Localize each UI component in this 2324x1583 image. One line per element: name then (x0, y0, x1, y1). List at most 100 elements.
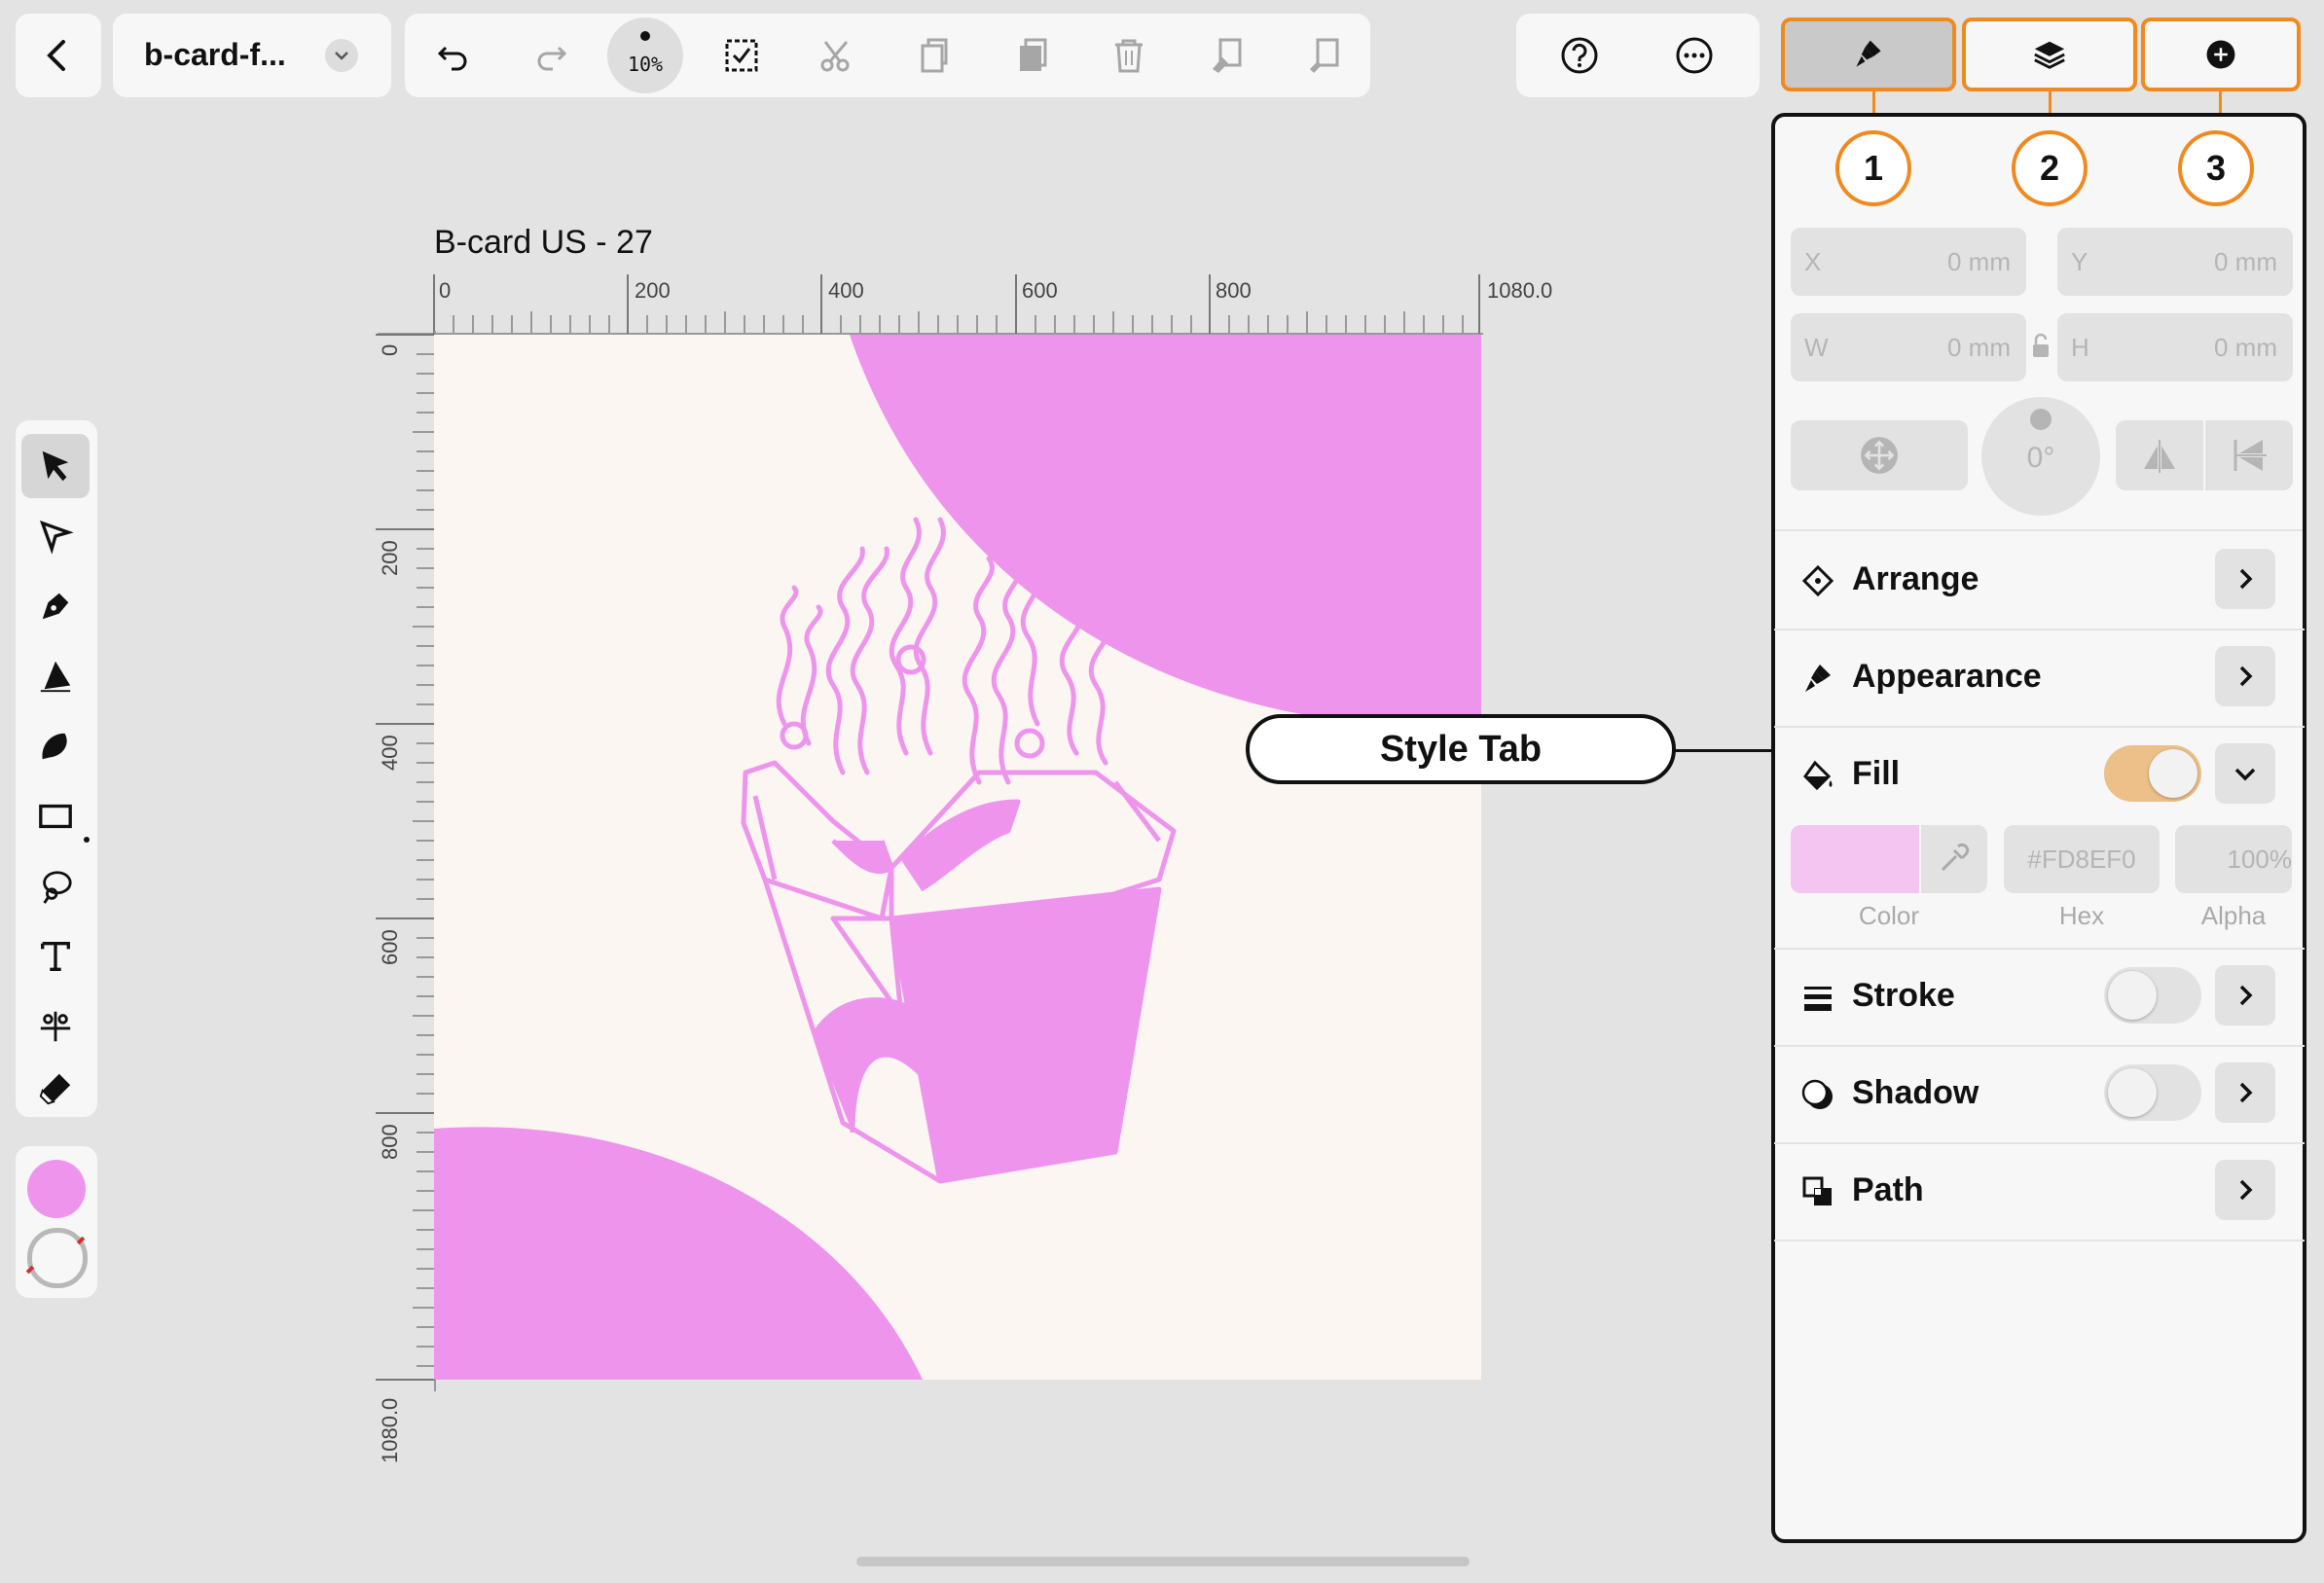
arrange-row[interactable]: Arrange (1774, 531, 2305, 630)
select-all-icon (725, 39, 758, 72)
redo-button[interactable] (522, 33, 580, 78)
plus-circle-icon (2206, 40, 2235, 69)
fill-color-swatch[interactable] (1791, 825, 1919, 893)
text-tool[interactable] (21, 924, 90, 989)
x-field[interactable]: X0 mm (1791, 228, 2026, 296)
zoom-dot-icon (640, 31, 650, 41)
arrange-label: Arrange (1852, 560, 1979, 597)
pen-nib-icon (42, 593, 69, 620)
node-tool[interactable] (21, 504, 90, 568)
pencil-icon (40, 661, 71, 693)
y-field[interactable]: Y0 mm (2057, 228, 2293, 296)
shadow-expand-button[interactable] (2215, 1062, 2275, 1123)
eraser-icon (39, 1073, 71, 1105)
takeout-box (741, 760, 1177, 1184)
path-expand-button[interactable] (2215, 1160, 2275, 1220)
zoom-button[interactable]: 10% (607, 18, 683, 93)
eyedropper-button[interactable] (1921, 825, 1987, 893)
chevron-right-icon (2239, 1179, 2253, 1201)
node-cursor-icon (39, 520, 74, 555)
appearance-expand-button[interactable] (2215, 646, 2275, 706)
select-tool[interactable] (21, 434, 90, 498)
shadow-label: Shadow (1852, 1074, 1979, 1111)
chevron-right-icon (2239, 666, 2253, 687)
path-label: Path (1852, 1171, 1924, 1208)
fill-tool[interactable] (21, 854, 90, 918)
v-tick-label: 400 (378, 735, 402, 771)
eraser-tool[interactable] (21, 1064, 90, 1113)
more-button[interactable] (1670, 33, 1719, 78)
back-button[interactable] (16, 14, 101, 97)
artboard-title: B-card US - 27 (434, 224, 653, 261)
artwork[interactable] (434, 335, 1481, 1380)
paste-button[interactable] (1002, 33, 1061, 78)
stroke-icon (1804, 987, 1832, 1011)
fill-row: Fill #FD8EF0 100% Color Hex Alpha (1774, 726, 2305, 950)
appearance-label: Appearance (1852, 658, 2042, 695)
brush-tool[interactable] (21, 714, 90, 778)
copy-button[interactable] (905, 33, 963, 78)
h-field[interactable]: H0 mm (2057, 313, 2293, 381)
flip-vertical-icon (2233, 440, 2267, 471)
pencil-tool[interactable] (21, 644, 90, 708)
fill-color-well[interactable] (27, 1160, 86, 1218)
tools-panel (16, 420, 97, 1117)
duplicate-button[interactable] (1294, 33, 1353, 78)
cut-button[interactable] (808, 33, 866, 78)
rotation-handle[interactable] (2030, 409, 2052, 430)
redo-icon (537, 46, 567, 71)
flip-horizontal-button[interactable] (2116, 420, 2203, 490)
appearance-row[interactable]: Appearance (1774, 629, 2305, 728)
undo-button[interactable] (424, 33, 483, 78)
stroke-row[interactable]: Stroke (1774, 948, 2305, 1047)
shadow-toggle[interactable] (2104, 1064, 2201, 1121)
shadow-row[interactable]: Shadow (1774, 1045, 2305, 1144)
fill-collapse-button[interactable] (2215, 743, 2275, 804)
document-name-button[interactable]: b-card-f... (113, 14, 391, 97)
help-button[interactable] (1555, 33, 1604, 78)
stroke-toggle[interactable] (2104, 967, 2201, 1024)
delete-button[interactable] (1100, 33, 1158, 78)
fill-label: Fill (1852, 755, 1901, 792)
chevron-right-icon (2239, 985, 2253, 1006)
stroke-none-icon (25, 1265, 35, 1275)
help-more-toolbar (1516, 14, 1760, 97)
pen-tool[interactable] (21, 574, 90, 638)
style-tab[interactable] (1781, 18, 1956, 91)
artboard-canvas[interactable] (434, 335, 1481, 1380)
aspect-lock-icon[interactable] (2030, 333, 2052, 360)
rectangle-tool[interactable] (21, 784, 90, 848)
flip-vertical-button[interactable] (2205, 420, 2293, 490)
v-tick-label: 200 (378, 540, 402, 576)
rotation-dial[interactable]: 0° (1981, 397, 2100, 516)
fill-lasso-icon (43, 871, 72, 904)
home-indicator[interactable] (856, 1557, 1470, 1566)
arrange-expand-button[interactable] (2215, 549, 2275, 609)
v-tick-label: 800 (378, 1124, 402, 1160)
trash-icon (1115, 39, 1143, 73)
shadow-icon (1801, 1079, 1833, 1109)
paste-style-button[interactable] (1197, 33, 1255, 78)
w-field[interactable]: W0 mm (1791, 313, 2026, 381)
path-row[interactable]: Path (1774, 1142, 2305, 1241)
layers-tab[interactable] (1962, 18, 2137, 91)
scissors-icon (820, 41, 850, 72)
hex-caption: Hex (2058, 901, 2105, 930)
horizontal-ruler (378, 272, 1483, 335)
alpha-field[interactable]: 100% (2175, 825, 2292, 893)
vertical-ruler (374, 331, 436, 1391)
hex-field[interactable]: #FD8EF0 (2004, 825, 2160, 893)
knife-icon (40, 1011, 71, 1042)
stroke-color-well[interactable] (25, 1228, 88, 1288)
zoom-level: 10% (627, 53, 664, 76)
undo-icon (437, 46, 467, 71)
add-tab[interactable] (2141, 18, 2301, 91)
edit-toolbar: 10% (405, 14, 1370, 97)
move-button[interactable] (1791, 420, 1968, 490)
stroke-expand-button[interactable] (2215, 965, 2275, 1025)
scissors-tool[interactable] (21, 994, 90, 1059)
select-all-button[interactable] (712, 33, 771, 78)
document-name: b-card-f... (144, 37, 286, 72)
h-tick-label: 0 (439, 278, 452, 303)
fill-toggle[interactable] (2104, 745, 2201, 802)
